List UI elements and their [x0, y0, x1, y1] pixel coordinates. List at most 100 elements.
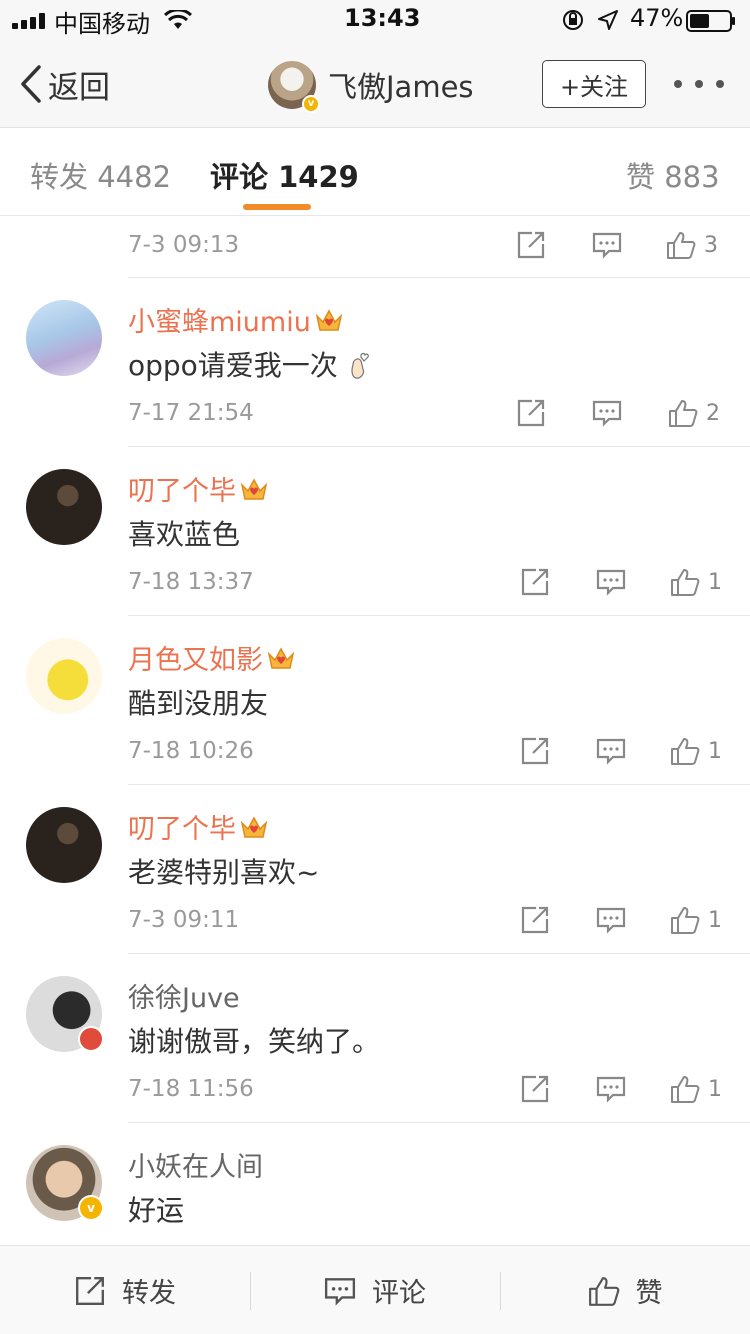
comment-icon[interactable]	[596, 1074, 626, 1104]
repost-label: 转发	[122, 1278, 176, 1309]
crown-icon	[240, 478, 268, 500]
comment-text: oppo请爱我一次	[128, 344, 373, 384]
like-label: 赞	[635, 1278, 663, 1309]
repost-icon[interactable]	[516, 398, 546, 428]
crown-icon	[267, 647, 295, 669]
thumbs-up-icon	[671, 1076, 700, 1103]
bottom-toolbar: 转发 评论 赞	[0, 1245, 750, 1334]
like-count: 1	[708, 1076, 722, 1102]
thumbs-up-icon	[671, 738, 700, 765]
comment-time: 7-18 10:26	[128, 738, 254, 764]
finger-heart-emoji-icon	[351, 352, 369, 379]
nav-bar: 返回 v 飞傲James +关注	[0, 40, 750, 128]
clock: 13:43	[344, 4, 421, 32]
comment-time: 7-17 21:54	[128, 400, 254, 426]
thumbs-up-icon	[671, 907, 700, 934]
comment-username[interactable]: 叨了个毕	[128, 807, 268, 846]
comment-row: 月色又如影 酷到没朋友 7-18 10:26 1	[0, 616, 750, 785]
like-button[interactable]: 1	[670, 565, 722, 599]
chevron-left-icon	[21, 65, 41, 103]
avatar[interactable]	[26, 469, 102, 545]
comment-icon[interactable]	[592, 230, 622, 260]
comment-username[interactable]: 小妖在人间	[128, 1145, 263, 1184]
avatar[interactable]	[26, 300, 102, 376]
avatar[interactable]	[26, 638, 102, 714]
like-count: 2	[706, 400, 720, 426]
like-count: 1	[708, 738, 722, 764]
status-bar: 中国移动 13:43 47%	[0, 0, 750, 40]
thumbs-up-icon	[667, 232, 696, 259]
battery-percent: 47%	[630, 4, 684, 32]
comment-icon[interactable]	[596, 736, 626, 766]
like-count: 3	[704, 232, 718, 258]
back-button[interactable]: 返回	[20, 60, 110, 108]
comment-button[interactable]: 评论	[250, 1246, 500, 1334]
tab-like[interactable]: 赞 883	[626, 154, 720, 196]
comment-row: 叨了个毕 喜欢蓝色 7-18 13:37 1	[0, 447, 750, 616]
comment-text: 老婆特别喜欢~	[128, 856, 320, 889]
thumbs-up-icon	[588, 1276, 619, 1306]
comment-text: 酷到没朋友	[128, 687, 269, 720]
comment-icon[interactable]	[596, 905, 626, 935]
like-button[interactable]: 2	[668, 396, 720, 430]
comment-label: 评论	[372, 1278, 426, 1309]
nav-user[interactable]: v 飞傲James	[268, 60, 474, 113]
tab-repost[interactable]: 转发 4482	[30, 154, 171, 196]
avatar[interactable]	[26, 807, 102, 883]
rotation-lock-icon	[563, 10, 583, 30]
nav-username: 飞傲James	[328, 70, 474, 104]
repost-button[interactable]: 转发	[0, 1246, 250, 1334]
tab-comment[interactable]: 评论 1429	[210, 154, 359, 196]
wifi-icon	[164, 10, 192, 29]
member-badge-icon	[78, 1026, 104, 1052]
comment-icon[interactable]	[596, 567, 626, 597]
avatar[interactable]: v	[268, 61, 320, 113]
location-icon	[598, 10, 618, 30]
tab-bar: 转发 4482 评论 1429 赞 883	[0, 128, 750, 216]
comment-icon	[324, 1277, 356, 1306]
repost-icon[interactable]	[520, 1074, 550, 1104]
crown-icon	[240, 816, 268, 838]
comment-text: 喜欢蓝色	[128, 518, 241, 551]
repost-icon[interactable]	[520, 736, 550, 766]
repost-icon[interactable]	[520, 905, 550, 935]
comment-text: 谢谢傲哥，笑纳了。	[128, 1025, 381, 1058]
comment-time: 7-3 09:13	[128, 232, 240, 258]
repost-icon[interactable]	[516, 230, 546, 260]
follow-button[interactable]: +关注	[542, 60, 646, 108]
like-count: 1	[708, 907, 722, 933]
comment-username[interactable]: 徐徐Juve	[128, 976, 240, 1015]
comment-username[interactable]: 叨了个毕	[128, 469, 268, 508]
comment-row: 徐徐Juve 谢谢傲哥，笑纳了。 7-18 11:56 1	[0, 954, 750, 1123]
thumbs-up-icon	[671, 569, 700, 596]
like-count: 1	[708, 569, 722, 595]
battery-icon	[686, 10, 735, 32]
like-button[interactable]: 1	[670, 734, 722, 768]
back-label: 返回	[48, 69, 110, 106]
like-button[interactable]: 3	[666, 228, 718, 262]
comment-row: v 小妖在人间 好运	[0, 1123, 750, 1245]
comment-text: 好运	[128, 1194, 185, 1227]
thumbs-up-icon	[669, 400, 698, 427]
signal-icon	[12, 13, 46, 29]
repost-icon	[76, 1276, 104, 1305]
comment-time: 7-18 11:56	[128, 1076, 254, 1102]
comment-time: 7-3 09:11	[128, 907, 240, 933]
comment-row: 小蜜蜂miumiu oppo请爱我一次 7-17 21:54 2	[0, 278, 750, 447]
like-button[interactable]: 1	[670, 1072, 722, 1106]
comment-icon[interactable]	[592, 398, 622, 428]
comment-username[interactable]: 月色又如影	[128, 638, 295, 677]
verified-badge-icon: v	[78, 1195, 104, 1221]
repost-icon[interactable]	[520, 567, 550, 597]
tab-active-indicator	[243, 204, 311, 210]
comment-time: 7-18 13:37	[128, 569, 254, 595]
like-button[interactable]: 1	[670, 903, 722, 937]
carrier-label: 中国移动	[54, 10, 150, 38]
more-icon[interactable]	[674, 76, 724, 92]
comment-username[interactable]: 小蜜蜂miumiu	[128, 300, 343, 339]
comment-row-partial: 7-3 09:13 3	[0, 216, 750, 278]
comment-row: 叨了个毕 老婆特别喜欢~ 7-3 09:11 1	[0, 785, 750, 954]
like-button[interactable]: 赞	[500, 1246, 750, 1334]
crown-icon	[315, 309, 343, 331]
verified-badge-icon: v	[302, 95, 320, 113]
